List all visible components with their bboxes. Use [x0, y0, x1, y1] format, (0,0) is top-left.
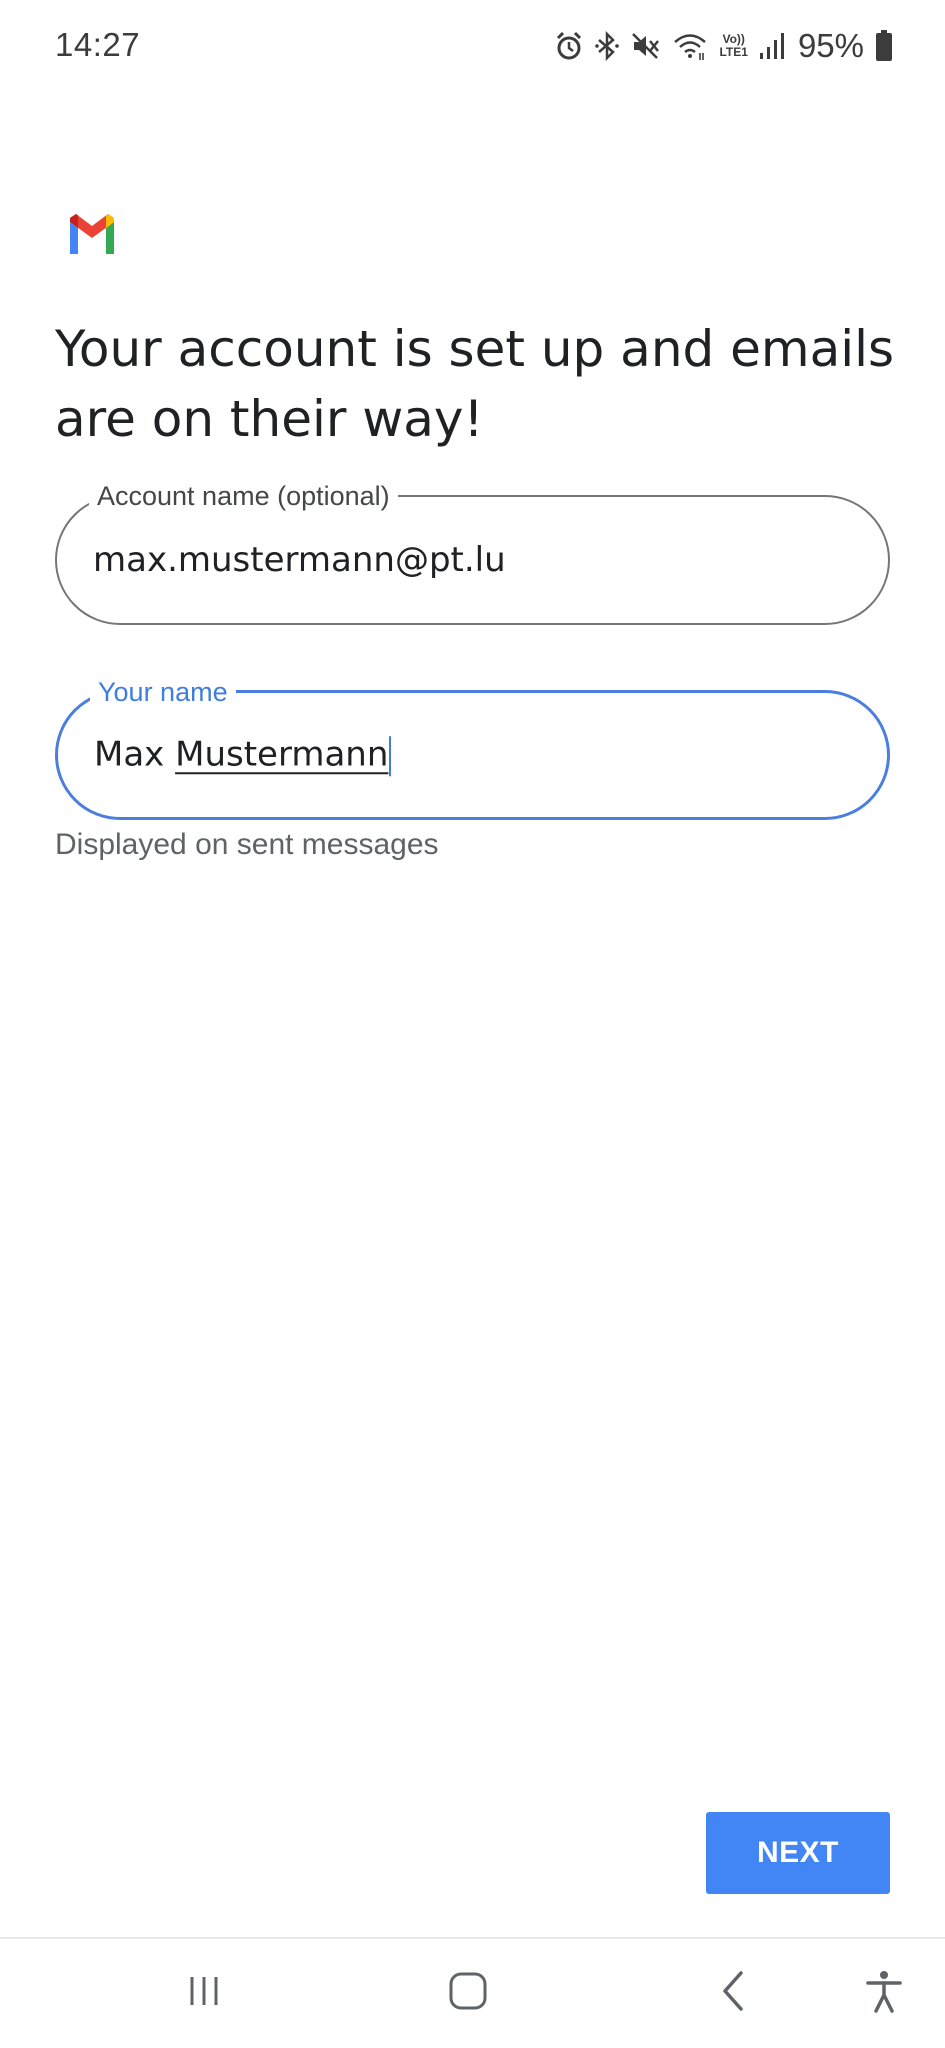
recent-apps-icon[interactable] — [169, 1961, 239, 2021]
alarm-icon — [555, 31, 583, 61]
mute-icon — [631, 31, 661, 61]
name-first-word: Max — [94, 734, 165, 775]
navigation-bar — [0, 1939, 945, 2048]
text-cursor — [389, 735, 392, 776]
your-name-field[interactable]: Your name Max Mustermann — [55, 676, 890, 820]
wifi-icon — [672, 31, 708, 61]
account-name-label: Account name (optional) — [89, 480, 398, 512]
account-name-input[interactable] — [93, 540, 833, 580]
battery-percentage: 95% — [797, 27, 864, 64]
your-name-label: Your name — [90, 676, 236, 708]
bluetooth-icon — [594, 31, 620, 61]
signal-icon — [759, 31, 785, 61]
account-name-field[interactable]: Account name (optional) — [55, 480, 890, 625]
name-last-word: Mustermann — [175, 734, 389, 775]
accessibility-icon[interactable] — [849, 1961, 919, 2021]
back-icon[interactable] — [699, 1961, 769, 2021]
page-title: Your account is set up and emails are on… — [55, 320, 895, 448]
battery-icon — [875, 30, 893, 62]
your-name-input[interactable]: Max Mustermann — [94, 734, 392, 776]
gmail-logo — [66, 214, 118, 254]
home-icon[interactable] — [433, 1961, 503, 2021]
your-name-helper: Displayed on sent messages — [55, 828, 439, 861]
status-time: 14:27 — [55, 26, 141, 63]
volte-lte-icon: Vo)) LTE1 — [719, 32, 748, 59]
status-bar: 14:27 Vo)) LTE1 95% — [0, 0, 945, 92]
status-icons: Vo)) LTE1 95% — [555, 26, 893, 66]
next-button[interactable]: NEXT — [706, 1812, 890, 1894]
